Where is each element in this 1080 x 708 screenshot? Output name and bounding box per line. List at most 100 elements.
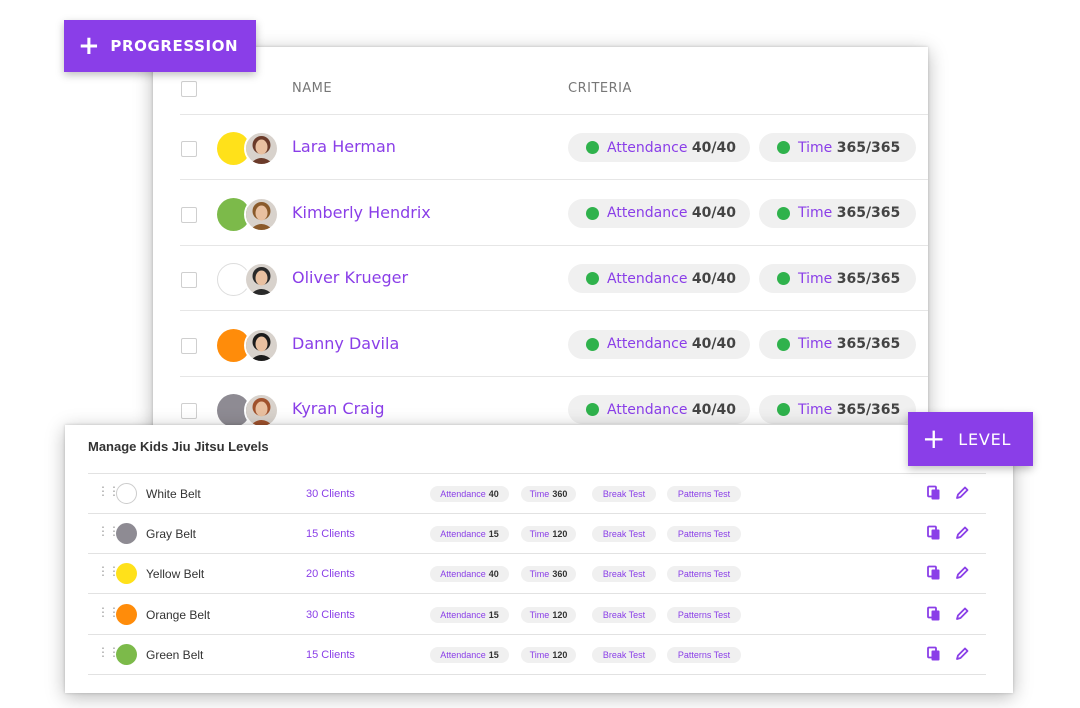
pencil-icon[interactable]	[954, 646, 970, 662]
student-name-link[interactable]: Oliver Krueger	[292, 268, 408, 287]
row-checkbox[interactable]	[181, 403, 197, 419]
time-label: Time 365/365	[798, 401, 901, 418]
pencil-icon[interactable]	[954, 525, 970, 541]
table-row[interactable]: Lara Herman Attendance 40/40 Time 365/365	[180, 115, 928, 180]
levels-title: Manage Kids Jiu Jitsu Levels	[88, 439, 269, 454]
break-test-tag: Break Test	[592, 526, 656, 543]
list-item[interactable]: ⋮⋮ Orange Belt 30 Clients Attendance 15 Time…	[88, 595, 986, 635]
student-name-link[interactable]: Kimberly Hendrix	[292, 203, 431, 222]
attendance-tag: Attendance 15	[430, 646, 509, 663]
level-color-dot	[116, 563, 137, 585]
add-progression-button[interactable]: + PROGRESSION	[64, 20, 256, 72]
attendance-criteria-badge: Attendance 40/40	[568, 198, 750, 228]
add-progression-label: PROGRESSION	[110, 37, 239, 55]
pencil-icon[interactable]	[954, 565, 970, 581]
progression-card: NAME CRITERIA Lara Herman Attendance 40/4…	[153, 47, 928, 467]
level-name: Gray Belt	[146, 527, 197, 542]
level-clients-link[interactable]: 30 Clients	[306, 609, 355, 621]
time-tag: Time 120	[521, 526, 576, 543]
level-clients-link[interactable]: 15 Clients	[306, 649, 355, 661]
table-row[interactable]: Oliver Krueger Attendance 40/40 Time 365/3…	[180, 246, 928, 311]
column-header-criteria: CRITERIA	[568, 81, 632, 96]
attendance-criteria-badge: Attendance 40/40	[568, 329, 750, 359]
attendance-tag: Attendance 40	[430, 486, 509, 502]
criteria-met-icon	[777, 272, 790, 285]
progression-table-header: NAME CRITERIA	[180, 67, 928, 115]
avatar-icon	[244, 327, 279, 363]
time-criteria-badge: Time 365/365	[759, 395, 916, 424]
attendance-criteria-badge: Attendance 40/40	[568, 395, 750, 424]
list-item[interactable]: ⋮⋮ Gray Belt 15 Clients Attendance 15 Time 1…	[88, 514, 986, 555]
list-item[interactable]: ⋮⋮ Yellow Belt 20 Clients Attendance 40 Time…	[88, 554, 986, 595]
level-color-dot	[116, 483, 137, 504]
select-all-checkbox[interactable]	[181, 81, 197, 97]
time-label: Time 365/365	[798, 139, 901, 156]
criteria-met-icon	[586, 206, 599, 220]
copy-icon[interactable]	[926, 646, 942, 662]
row-checkbox[interactable]	[181, 272, 197, 288]
student-name-link[interactable]: Danny Davila	[292, 334, 399, 353]
student-name-link[interactable]: Kyran Craig	[292, 399, 385, 418]
time-criteria-badge: Time 365/365	[759, 133, 916, 162]
patterns-test-tag: Patterns Test	[667, 486, 741, 502]
time-criteria-badge: Time 365/365	[759, 198, 916, 228]
time-tag: Time 120	[521, 606, 576, 623]
student-name-link[interactable]: Lara Herman	[292, 137, 396, 156]
add-level-label: LEVEL	[958, 429, 1012, 449]
copy-icon[interactable]	[926, 485, 942, 501]
list-item[interactable]: ⋮⋮ Green Belt 15 Clients Attendance 15 Time …	[88, 635, 986, 675]
level-clients-link[interactable]: 15 Clients	[306, 528, 355, 540]
row-checkbox[interactable]	[181, 141, 197, 157]
copy-icon[interactable]	[926, 565, 942, 581]
avatar-icon	[244, 393, 279, 428]
row-checkbox[interactable]	[181, 206, 197, 223]
patterns-test-tag: Patterns Test	[667, 526, 741, 543]
table-row[interactable]: Danny Davila Attendance 40/40 Time 365/365	[180, 312, 928, 377]
level-clients-link[interactable]: 30 Clients	[306, 488, 355, 500]
attendance-label: Attendance 40/40	[607, 205, 736, 221]
patterns-test-tag: Patterns Test	[667, 606, 741, 623]
attendance-criteria-badge: Attendance 40/40	[568, 264, 750, 293]
avatar-icon	[244, 196, 279, 232]
level-color-dot	[116, 523, 137, 545]
level-name: Orange Belt	[146, 607, 211, 622]
avatar-icon	[244, 131, 279, 166]
attendance-label: Attendance 40/40	[607, 336, 736, 352]
pencil-icon[interactable]	[954, 606, 970, 622]
level-color-dot	[116, 643, 137, 665]
level-color-dot	[116, 603, 137, 625]
attendance-tag: Attendance 15	[430, 526, 509, 543]
pencil-icon[interactable]	[954, 485, 970, 501]
time-tag: Time 360	[521, 486, 576, 502]
level-name: White Belt	[146, 487, 201, 501]
attendance-label: Attendance 40/40	[607, 270, 736, 287]
row-checkbox[interactable]	[181, 337, 197, 354]
copy-icon[interactable]	[926, 606, 942, 622]
criteria-met-icon	[777, 206, 790, 220]
level-name: Yellow Belt	[146, 567, 205, 582]
criteria-met-icon	[586, 272, 599, 285]
avatar-icon	[244, 262, 279, 297]
add-level-button[interactable]: + LEVEL	[908, 412, 1033, 466]
criteria-met-icon	[777, 141, 790, 154]
attendance-criteria-badge: Attendance 40/40	[568, 133, 750, 162]
criteria-met-icon	[586, 403, 599, 416]
break-test-tag: Break Test	[592, 646, 656, 663]
time-label: Time 365/365	[798, 336, 901, 352]
list-item[interactable]: ⋮⋮ White Belt 30 Clients Attendance 40 Time …	[88, 474, 986, 514]
level-clients-link[interactable]: 20 Clients	[306, 568, 355, 580]
copy-icon[interactable]	[926, 525, 942, 541]
criteria-met-icon	[586, 141, 599, 154]
table-row[interactable]: Kimberly Hendrix Attendance 40/40 Time 365…	[180, 181, 928, 246]
time-criteria-badge: Time 365/365	[759, 329, 916, 359]
time-label: Time 365/365	[798, 270, 901, 287]
attendance-label: Attendance 40/40	[607, 139, 736, 156]
patterns-test-tag: Patterns Test	[667, 646, 741, 663]
criteria-met-icon	[777, 337, 790, 351]
break-test-tag: Break Test	[592, 566, 656, 583]
break-test-tag: Break Test	[592, 606, 656, 623]
time-tag: Time 360	[521, 566, 576, 583]
levels-card: Manage Kids Jiu Jitsu Levels ⋮⋮ White Bel…	[65, 425, 1013, 693]
time-criteria-badge: Time 365/365	[759, 264, 916, 293]
criteria-met-icon	[586, 337, 599, 351]
